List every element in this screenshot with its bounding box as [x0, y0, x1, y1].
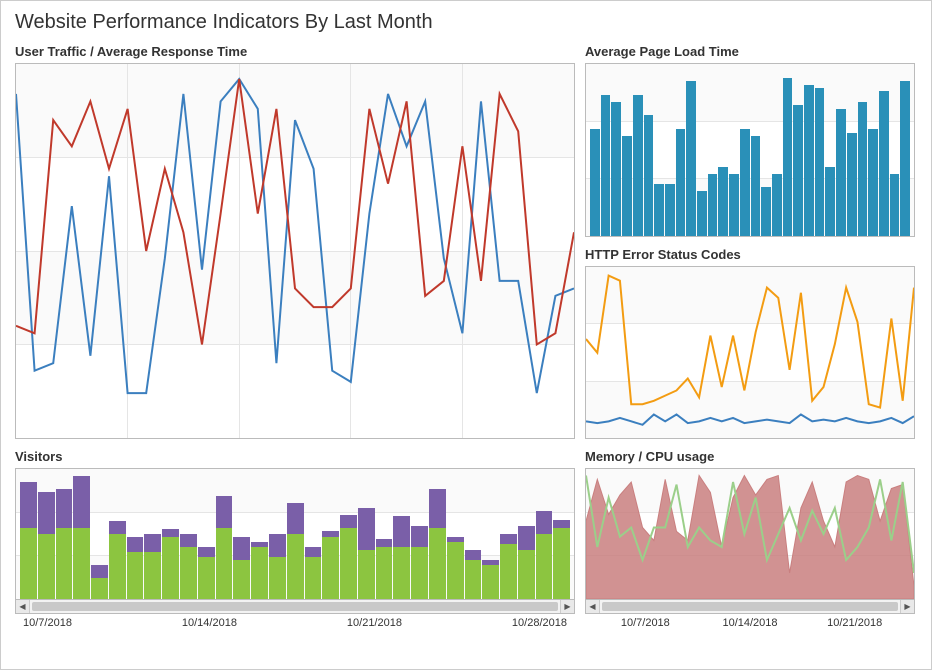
bar-stack [305, 547, 322, 599]
bar-stack [216, 496, 233, 599]
bar-stack [109, 521, 126, 599]
axis-tick: 10/21/2018 [802, 617, 907, 629]
bar-stack [500, 534, 517, 599]
bar-stack [518, 526, 535, 599]
bar-stack [553, 520, 570, 599]
chart-load[interactable] [585, 63, 915, 237]
bar [676, 129, 686, 235]
axis-memcpu: 10/7/201810/14/201810/21/2018 [585, 614, 915, 629]
bar [729, 174, 739, 236]
bar-stack [269, 534, 286, 599]
bar [622, 136, 632, 235]
bar-stack [73, 476, 90, 600]
panel-memcpu-title: Memory / CPU usage [585, 449, 915, 464]
chart-visitors-scrollbar[interactable]: ◀ ▶ [15, 600, 575, 614]
bar-stack [251, 542, 268, 599]
axis-tick: 10/14/2018 [182, 617, 237, 629]
chart-memcpu[interactable] [585, 468, 915, 600]
bar [611, 102, 621, 236]
bar-stack [482, 560, 499, 599]
bottom-row: Visitors ◀ ▶ 10/7/201810/14/201810/21/20… [15, 449, 915, 629]
bar-stack [411, 526, 428, 599]
panel-visitors-title: Visitors [15, 449, 575, 464]
bar-stack [144, 534, 161, 599]
page-title: Website Performance Indicators By Last M… [5, 5, 927, 38]
bar [761, 187, 771, 235]
scroll-track[interactable] [600, 600, 900, 613]
right-column: Average Page Load Time HTTP Error Status… [585, 44, 915, 439]
bar-stack [91, 565, 108, 599]
panel-traffic-title: User Traffic / Average Response Time [15, 44, 575, 59]
bar [751, 136, 761, 235]
panel-errors: HTTP Error Status Codes [585, 247, 915, 440]
bar [900, 81, 910, 235]
axis-tick: 10/7/2018 [23, 617, 72, 629]
bar-stack [536, 511, 553, 599]
bar-stack [465, 550, 482, 599]
bar-stack [340, 515, 357, 600]
panel-traffic: User Traffic / Average Response Time [15, 44, 575, 439]
scroll-left-icon[interactable]: ◀ [16, 600, 30, 613]
bar [665, 184, 675, 235]
bar [783, 78, 793, 236]
chart-memcpu-scrollbar[interactable]: ◀ ▶ [585, 600, 915, 614]
bar-stack [198, 547, 215, 599]
bar [740, 129, 750, 235]
scroll-right-icon[interactable]: ▶ [900, 600, 914, 613]
bar-stack [20, 482, 37, 599]
bar [601, 95, 611, 236]
bar [644, 115, 654, 235]
scroll-thumb[interactable] [602, 602, 898, 611]
bar-stack [287, 503, 304, 599]
bar [686, 81, 696, 235]
axis-tick: 10/7/2018 [593, 617, 698, 629]
bar-stack [322, 531, 339, 599]
bar [879, 91, 889, 235]
bar-stack [162, 529, 179, 599]
scroll-left-icon[interactable]: ◀ [586, 600, 600, 613]
scroll-track[interactable] [30, 600, 560, 613]
bar-stack [233, 537, 250, 599]
panel-load-title: Average Page Load Time [585, 44, 915, 59]
bar-stack [376, 539, 393, 599]
bar [847, 133, 857, 236]
bar-stack [38, 492, 55, 599]
bar-stack [447, 537, 464, 599]
panel-errors-title: HTTP Error Status Codes [585, 247, 915, 262]
bar [718, 167, 728, 236]
scroll-right-icon[interactable]: ▶ [560, 600, 574, 613]
bar [804, 85, 814, 236]
axis-tick: 10/28/2018 [512, 617, 567, 629]
bar [825, 167, 835, 236]
axis-visitors: 10/7/2018 10/14/2018 10/21/2018 10/28/2018 [15, 614, 575, 629]
bar [815, 88, 825, 235]
axis-tick: 10/14/2018 [698, 617, 803, 629]
bar-stack [127, 537, 144, 599]
dashboard-grid: User Traffic / Average Response Time Ave… [5, 38, 927, 631]
bar [793, 105, 803, 235]
panel-memcpu: Memory / CPU usage ◀ ▶ 10/7/201810/14/20… [585, 449, 915, 629]
bar [890, 174, 900, 236]
chart-traffic[interactable] [15, 63, 575, 439]
bar [836, 109, 846, 236]
chart-errors[interactable] [585, 266, 915, 440]
bar-stack [429, 489, 446, 600]
bar [868, 129, 878, 235]
bar [697, 191, 707, 236]
bar-stack [393, 516, 410, 599]
bar [772, 174, 782, 236]
bar [858, 102, 868, 236]
panel-visitors: Visitors ◀ ▶ 10/7/2018 10/14/2018 10/21/20… [15, 449, 575, 629]
bar-stack [56, 489, 73, 600]
axis-tick: 10/21/2018 [347, 617, 402, 629]
bar [590, 129, 600, 235]
scroll-thumb[interactable] [32, 602, 558, 611]
bar-stack [180, 534, 197, 599]
bar [633, 95, 643, 236]
chart-visitors[interactable] [15, 468, 575, 600]
bar [654, 184, 664, 235]
panel-load: Average Page Load Time [585, 44, 915, 237]
bar [708, 174, 718, 236]
bar-stack [358, 508, 375, 599]
